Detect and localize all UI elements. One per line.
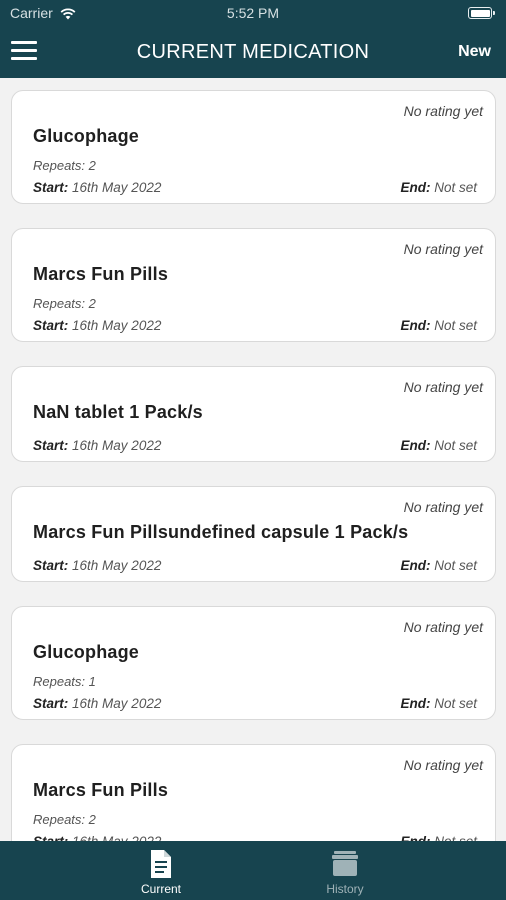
start-date: Start: 16th May 2022 <box>33 558 161 573</box>
repeats-count: Repeats: 2 <box>33 158 96 173</box>
rating-status: No rating yet <box>403 103 483 119</box>
start-label: Start: <box>33 696 69 711</box>
medication-card[interactable]: No rating yet Marcs Fun Pillsundefined c… <box>11 486 496 582</box>
medication-card[interactable]: No rating yet Glucophage Repeats: 1 Star… <box>11 606 496 720</box>
start-date: Start: 16th May 2022 <box>33 696 161 711</box>
battery-icon <box>468 7 495 19</box>
tab-history-label: History <box>326 882 364 896</box>
start-date: Start: 16th May 2022 <box>33 180 161 195</box>
app-header: Carrier 5:52 PM CURRENT MEDICATION New <box>0 0 506 78</box>
bottom-tab-bar: Current History <box>0 841 506 900</box>
start-label: Start: <box>33 318 69 333</box>
medication-name: Glucophage <box>33 642 140 662</box>
medication-name: Marcs Fun Pills <box>33 780 169 800</box>
start-label: Start: <box>33 180 69 195</box>
end-date: End: Not set <box>400 180 477 195</box>
archive-box-icon <box>332 851 358 876</box>
start-value: 16th May 2022 <box>72 180 162 195</box>
end-value: Not set <box>434 438 477 453</box>
page-title: CURRENT MEDICATION <box>136 41 370 63</box>
start-date: Start: 16th May 2022 <box>33 438 161 453</box>
repeats-count: Repeats: 2 <box>33 296 96 311</box>
start-value: 16th May 2022 <box>72 318 162 333</box>
end-date: End: Not set <box>400 438 477 453</box>
end-date: End: Not set <box>400 318 477 333</box>
end-label: End: <box>400 318 431 333</box>
end-value: Not set <box>434 696 477 711</box>
end-label: End: <box>400 696 431 711</box>
rating-status: No rating yet <box>403 619 483 635</box>
repeats-count: Repeats: 2 <box>33 812 96 827</box>
end-label: End: <box>400 438 431 453</box>
new-medication-button[interactable]: New <box>458 43 491 61</box>
medication-name: Glucophage <box>33 126 140 146</box>
end-value: Not set <box>434 180 477 195</box>
tab-history[interactable]: History <box>285 841 405 900</box>
medication-card[interactable]: No rating yet NaN tablet 1 Pack/s Start:… <box>11 366 496 462</box>
medication-name: Marcs Fun Pillsundefined capsule 1 Pack/… <box>33 522 409 542</box>
end-value: Not set <box>434 558 477 573</box>
repeats-count: Repeats: 1 <box>33 674 96 689</box>
start-value: 16th May 2022 <box>72 558 162 573</box>
start-label: Start: <box>33 438 69 453</box>
start-value: 16th May 2022 <box>72 696 162 711</box>
end-label: End: <box>400 180 431 195</box>
rating-status: No rating yet <box>403 499 483 515</box>
status-time: 5:52 PM <box>226 5 280 21</box>
end-label: End: <box>400 558 431 573</box>
tab-current[interactable]: Current <box>101 841 221 900</box>
medication-name: NaN tablet 1 Pack/s <box>33 402 203 422</box>
rating-status: No rating yet <box>403 241 483 257</box>
status-bar: Carrier 5:52 PM <box>0 0 506 28</box>
start-date: Start: 16th May 2022 <box>33 318 161 333</box>
rating-status: No rating yet <box>403 757 483 773</box>
end-date: End: Not set <box>400 558 477 573</box>
start-value: 16th May 2022 <box>72 438 162 453</box>
start-label: Start: <box>33 558 69 573</box>
medication-card[interactable]: No rating yet Marcs Fun Pills Repeats: 2… <box>11 228 496 342</box>
medication-name: Marcs Fun Pills <box>33 264 169 284</box>
tab-current-label: Current <box>140 882 181 896</box>
rating-status: No rating yet <box>403 379 483 395</box>
document-icon <box>151 850 171 878</box>
end-value: Not set <box>434 318 477 333</box>
end-date: End: Not set <box>400 696 477 711</box>
medication-card[interactable]: No rating yet Glucophage Repeats: 2 Star… <box>11 90 496 204</box>
